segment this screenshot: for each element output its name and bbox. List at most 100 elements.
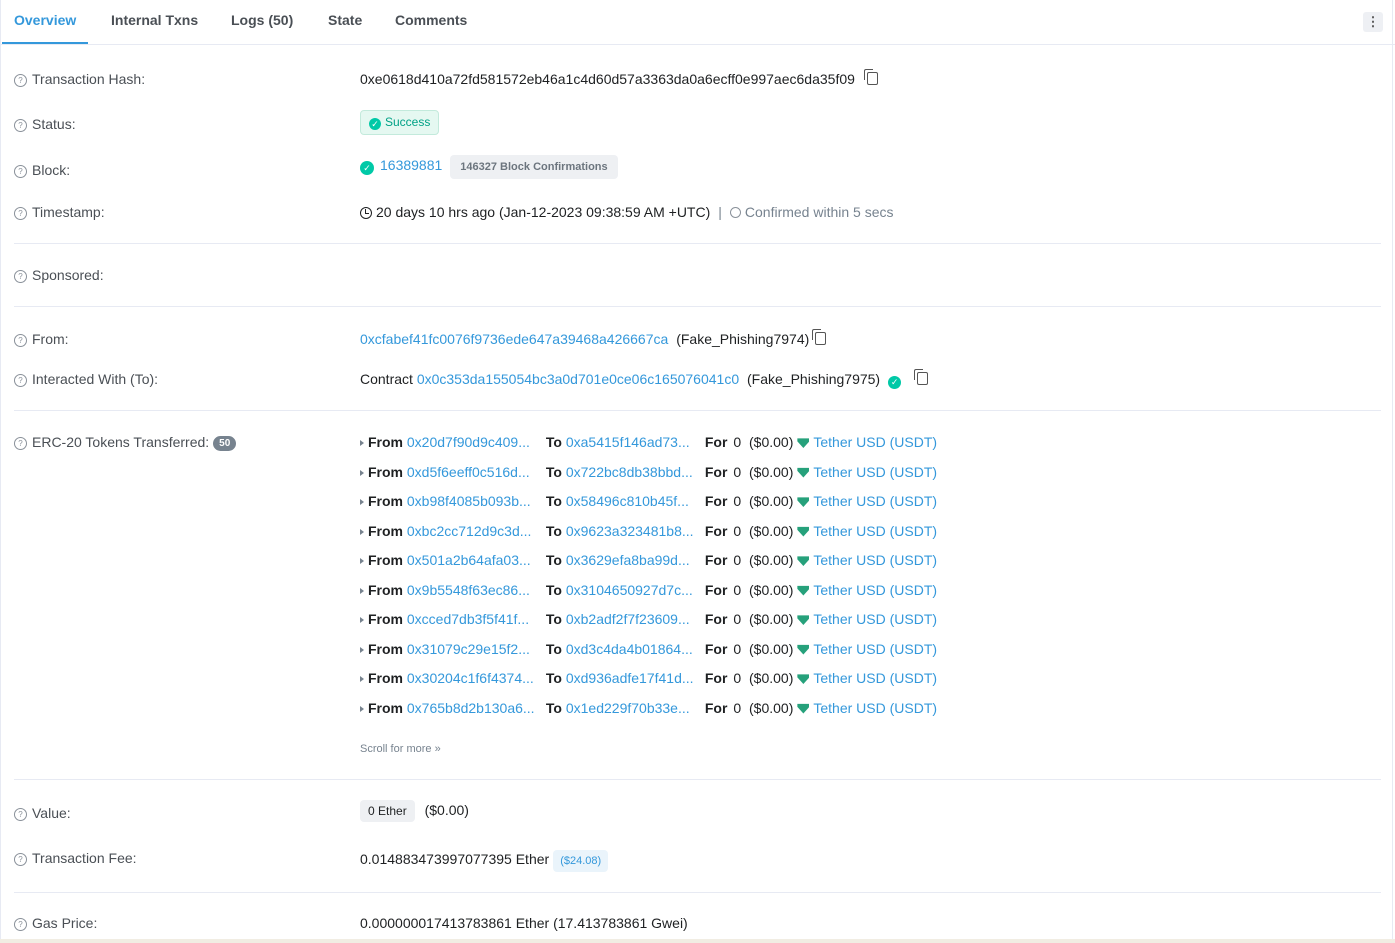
tether-icon (797, 703, 810, 714)
tether-icon (797, 585, 810, 596)
token-transfer-row: From 0x9b5548f63ec86... To 0x3104650927d7… (360, 582, 937, 598)
block-confirmations-badge: 146327 Block Confirmations (450, 155, 618, 179)
tether-icon (797, 526, 810, 537)
tether-icon (797, 556, 810, 566)
transfer-to-address[interactable]: 0x1ed229f70b33e... (566, 700, 693, 716)
timestamp-label: ? Timestamp: (14, 204, 105, 220)
transfer-to-address[interactable]: 0x9623a323481b8... (566, 523, 693, 539)
transfer-usd: ($0.00) (749, 493, 794, 509)
token-transfer-row: From 0xcced7db3f5f41f... To 0xb2adf2f7f23… (360, 611, 937, 627)
value-value: 0 Ether ($0.00) (360, 800, 469, 822)
gas-price-value: 0.000000017413783861 Ether (17.413783861… (360, 915, 688, 931)
transfer-to-address[interactable]: 0x3104650927d7c... (566, 582, 693, 598)
transfer-to-address[interactable]: 0xb2adf2f7f23609... (566, 611, 693, 627)
question-icon: ? (14, 165, 27, 178)
caret-right-icon[interactable] (360, 528, 364, 535)
from-address-link[interactable]: 0xcfabef41fc0076f9736ede647a39468a426667… (360, 331, 668, 347)
transfer-amount: 0 (733, 434, 742, 450)
token-link[interactable]: Tether USD (USDT) (813, 434, 937, 450)
verified-check-icon: ✓ (888, 376, 902, 389)
transfer-from-address[interactable]: 0x765b8d2b130a6... (407, 700, 534, 716)
copy-icon[interactable] (914, 369, 929, 385)
tab-comments[interactable]: Comments (395, 0, 467, 44)
contract-address-tag: (Fake_Phishing7975) (747, 371, 881, 387)
transfer-usd: ($0.00) (749, 552, 794, 568)
tab-state[interactable]: State (328, 0, 362, 44)
contract-address-link[interactable]: 0x0c353da155054bc3a0d701e0ce06c165076041… (417, 371, 739, 387)
caret-right-icon[interactable] (360, 587, 364, 594)
token-link[interactable]: Tether USD (USDT) (813, 641, 937, 657)
token-transfer-row: From 0x765b8d2b130a6... To 0x1ed229f70b33… (360, 700, 937, 716)
divider (14, 306, 1381, 307)
transfer-to-address[interactable]: 0x3629efa8ba99d... (566, 552, 693, 568)
token-link[interactable]: Tether USD (USDT) (813, 582, 937, 598)
token-link[interactable]: Tether USD (USDT) (813, 611, 937, 627)
caret-right-icon[interactable] (360, 499, 364, 505)
token-link[interactable]: Tether USD (USDT) (813, 523, 937, 539)
caret-right-icon[interactable] (360, 676, 364, 682)
tab-overview[interactable]: Overview (1, 0, 89, 44)
question-icon: ? (14, 918, 27, 931)
caret-right-icon[interactable] (360, 646, 364, 653)
transfer-usd: ($0.00) (749, 699, 794, 716)
transfer-from-address[interactable]: 0x9b5548f63ec86... (407, 582, 534, 598)
transfer-from-address[interactable]: 0x20d7f90d9c409... (407, 434, 534, 450)
status-label: ? Status: (14, 116, 76, 132)
fee-label: ? Transaction Fee: (14, 850, 137, 866)
value-label: ? Value: (14, 805, 71, 821)
block-label: ? Block: (14, 162, 70, 178)
caret-right-icon[interactable] (360, 558, 364, 564)
caret-right-icon[interactable] (360, 440, 364, 446)
timestamp-value: 20 days 10 hrs ago (Jan-12-2023 09:38:59… (360, 204, 894, 220)
tether-icon (797, 497, 810, 507)
transfer-amount: 0 (733, 611, 742, 627)
scroll-for-more[interactable]: Scroll for more » (360, 743, 441, 755)
token-link[interactable]: Tether USD (USDT) (813, 700, 937, 716)
token-link[interactable]: Tether USD (USDT) (813, 493, 937, 509)
transfer-usd: ($0.00) (749, 581, 794, 598)
transfer-to-address[interactable]: 0xd3c4da4b01864... (566, 641, 693, 657)
fee-value: 0.014883473997077395 Ether ($24.08) (360, 850, 609, 872)
transfer-from-address[interactable]: 0xd5f6eeff0c516d... (407, 464, 534, 480)
transfer-from-address[interactable]: 0x30204c1f6f4374... (407, 670, 534, 686)
transfer-from-address[interactable]: 0xbc2cc712d9c3d... (407, 523, 534, 539)
gas-price-label: ? Gas Price: (14, 915, 97, 931)
token-transfer-row: From 0x31079c29e15f2... To 0xd3c4da4b0186… (360, 641, 937, 657)
token-link[interactable]: Tether USD (USDT) (813, 670, 937, 686)
caret-right-icon[interactable] (360, 617, 364, 623)
from-value: 0xcfabef41fc0076f9736ede647a39468a426667… (360, 329, 827, 347)
block-number-link[interactable]: 16389881 (380, 157, 442, 173)
status-value: ✓ Success (360, 110, 440, 135)
question-icon: ? (14, 853, 27, 866)
transfer-from-address[interactable]: 0x501a2b64afa03... (407, 552, 534, 568)
transfer-from-address[interactable]: 0x31079c29e15f2... (407, 641, 534, 657)
tab-logs[interactable]: Logs (50) (231, 0, 293, 44)
token-transfer-row: From 0x20d7f90d9c409... To 0xa5415f146ad7… (360, 434, 937, 450)
caret-right-icon[interactable] (360, 705, 364, 712)
transfer-amount: 0 (733, 699, 742, 716)
transfer-to-address[interactable]: 0x722bc8db38bbd... (566, 464, 693, 480)
transfer-to-address[interactable]: 0xa5415f146ad73... (566, 434, 693, 450)
transfer-amount: 0 (733, 640, 742, 657)
tx-hash-label: ? Transaction Hash: (14, 71, 145, 87)
caret-right-icon[interactable] (360, 469, 364, 476)
copy-icon[interactable] (812, 329, 827, 345)
question-icon: ? (14, 334, 27, 347)
timer-icon (729, 207, 741, 218)
transfer-usd: ($0.00) (749, 522, 794, 539)
token-link[interactable]: Tether USD (USDT) (813, 552, 937, 568)
copy-icon[interactable] (863, 69, 878, 85)
more-options-icon[interactable]: ⋮ (1363, 12, 1383, 32)
transfer-usd: ($0.00) (749, 611, 794, 627)
sponsored-label: ? Sponsored: (14, 267, 104, 283)
token-link[interactable]: Tether USD (USDT) (813, 464, 937, 480)
transfer-amount: 0 (733, 522, 742, 539)
transfer-to-address[interactable]: 0xd936adfe17f41d... (566, 670, 693, 686)
tether-icon (797, 467, 810, 478)
transfer-from-address[interactable]: 0xcced7db3f5f41f... (407, 611, 534, 627)
transfer-usd: ($0.00) (749, 640, 794, 657)
transfer-to-address[interactable]: 0x58496c810b45f... (566, 493, 693, 509)
token-transfer-row: From 0xd5f6eeff0c516d... To 0x722bc8db38b… (360, 464, 937, 480)
tab-internal-txns[interactable]: Internal Txns (111, 0, 198, 44)
transfer-from-address[interactable]: 0xb98f4085b093b... (407, 493, 534, 509)
